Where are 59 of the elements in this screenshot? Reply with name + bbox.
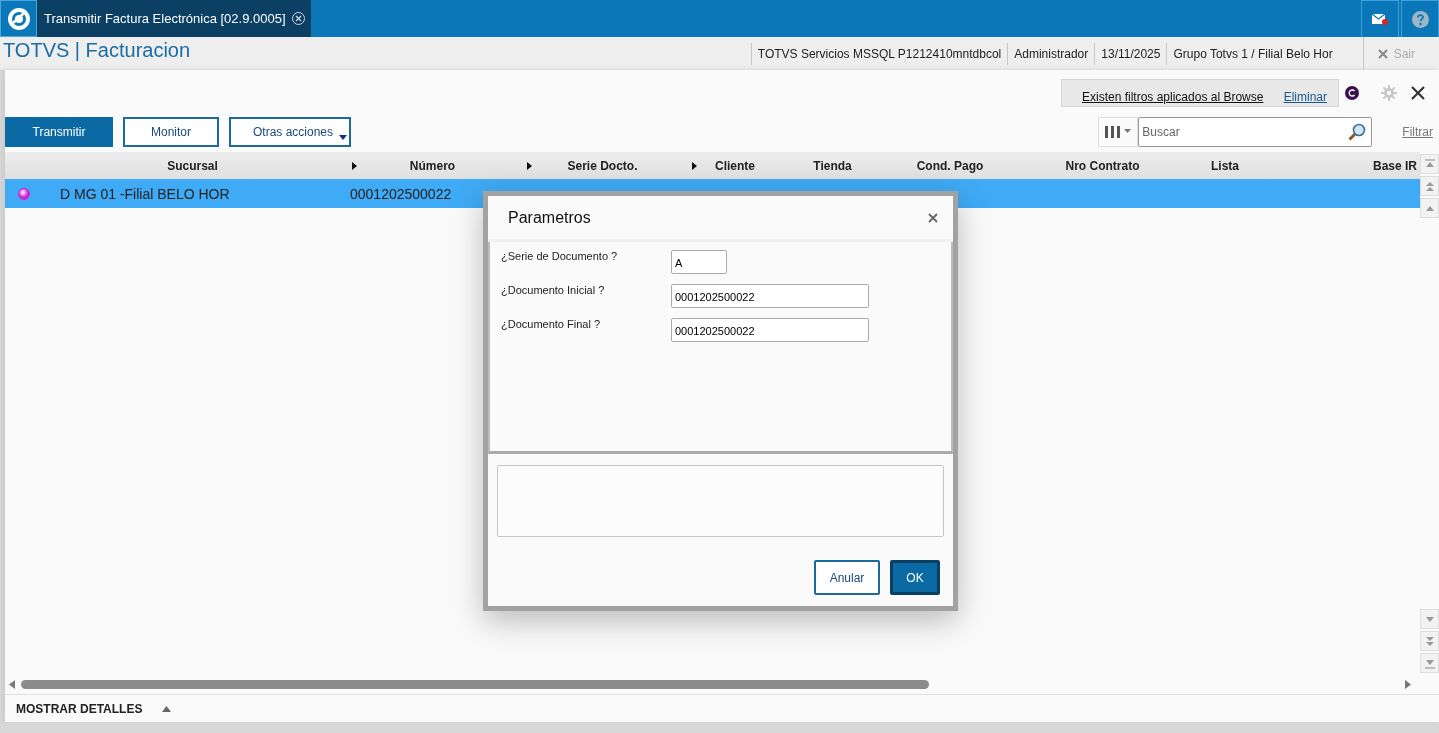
sort-arrow-icon[interactable]	[692, 162, 697, 170]
caret-icon	[339, 135, 347, 140]
input-field[interactable]: 0001202500022	[671, 284, 869, 308]
input-field[interactable]: A	[671, 250, 727, 274]
scroll-button[interactable]	[1420, 609, 1439, 629]
field-label: ¿Serie de Documento ?	[501, 250, 619, 262]
filter-notice-link[interactable]: Existen filtros aplicados al Browse	[1082, 90, 1264, 104]
status-icon[interactable]	[1345, 86, 1359, 100]
remove-filter-link[interactable]: Eliminar	[1283, 90, 1327, 104]
column-header[interactable]: Nro Contrato	[1065, 158, 1140, 173]
logo-icon	[6, 6, 31, 31]
column-header[interactable]: Tienda	[813, 158, 852, 173]
dialog-button[interactable]: Anular	[814, 560, 880, 595]
field-label: ¿Documento Final ?	[501, 318, 602, 330]
scroll-button[interactable]	[1420, 653, 1439, 673]
action-button[interactable]: Transmitir	[5, 117, 113, 147]
close-icon[interactable]	[1411, 86, 1425, 100]
scroll-button[interactable]	[1420, 154, 1439, 174]
header-info: Grupo Totvs 1 / Filial Belo Hor	[1166, 42, 1339, 65]
close-icon[interactable]	[928, 212, 938, 223]
dialog-button[interactable]: OK	[890, 560, 940, 595]
column-header[interactable]: Serie Docto.	[567, 158, 638, 173]
column-header[interactable]: Cond. Pago	[916, 158, 984, 173]
expand-icon[interactable]	[162, 705, 172, 712]
sort-arrow-icon[interactable]	[352, 162, 357, 170]
header-info: 13/11/2025	[1094, 42, 1167, 65]
scroll-button[interactable]	[1420, 176, 1439, 196]
action-button[interactable]: Monitor	[123, 117, 219, 147]
scrollbar-thumb[interactable]	[21, 679, 929, 689]
table-cell: D MG 01 -Filial BELO HOR	[60, 185, 230, 202]
column-header[interactable]: Sucursal	[167, 158, 218, 173]
scroll-right-icon[interactable]	[1405, 679, 1411, 689]
header-info: Administrador	[1007, 42, 1095, 65]
app-tab[interactable]: Transmitir Factura Electrónica [02.9.0005]	[37, 0, 311, 37]
column-header[interactable]: Número	[409, 158, 456, 173]
column-header[interactable]: Base IR	[1372, 158, 1417, 173]
filter-link[interactable]: Filtrar	[1402, 125, 1433, 139]
table-cell: 0001202500022	[350, 185, 452, 202]
close-icon	[1377, 48, 1388, 59]
column-header[interactable]: Lista	[1211, 158, 1239, 173]
search-icon[interactable]	[1348, 123, 1367, 141]
scroll-button[interactable]	[1420, 631, 1439, 651]
help-icon	[1411, 10, 1429, 28]
app-title: TOTVS | Facturacion	[2, 38, 191, 62]
mail-icon	[1372, 13, 1388, 25]
scroll-left-icon[interactable]	[9, 679, 15, 689]
field-label: ¿Documento Inicial ?	[501, 284, 606, 296]
details-toggle[interactable]: MOSTRAR DETALLES	[16, 701, 143, 716]
search-field[interactable]: Buscar	[1138, 117, 1373, 147]
columns-button[interactable]	[1098, 117, 1139, 147]
scroll-button[interactable]	[1420, 198, 1439, 218]
column-header[interactable]: Cliente	[715, 158, 755, 173]
input-field[interactable]: 0001202500022	[671, 318, 869, 342]
sort-arrow-icon[interactable]	[527, 162, 532, 170]
action-button[interactable]: Otras acciones	[229, 117, 351, 147]
columns-icon	[1105, 126, 1132, 138]
dialog-title: Parametros	[508, 208, 591, 227]
tab-title[interactable]: Transmitir Factura Electrónica [02.9.0005]	[44, 11, 286, 26]
header-info: TOTVS Servicios MSSQL P1212410mntdbcol	[750, 42, 1008, 65]
